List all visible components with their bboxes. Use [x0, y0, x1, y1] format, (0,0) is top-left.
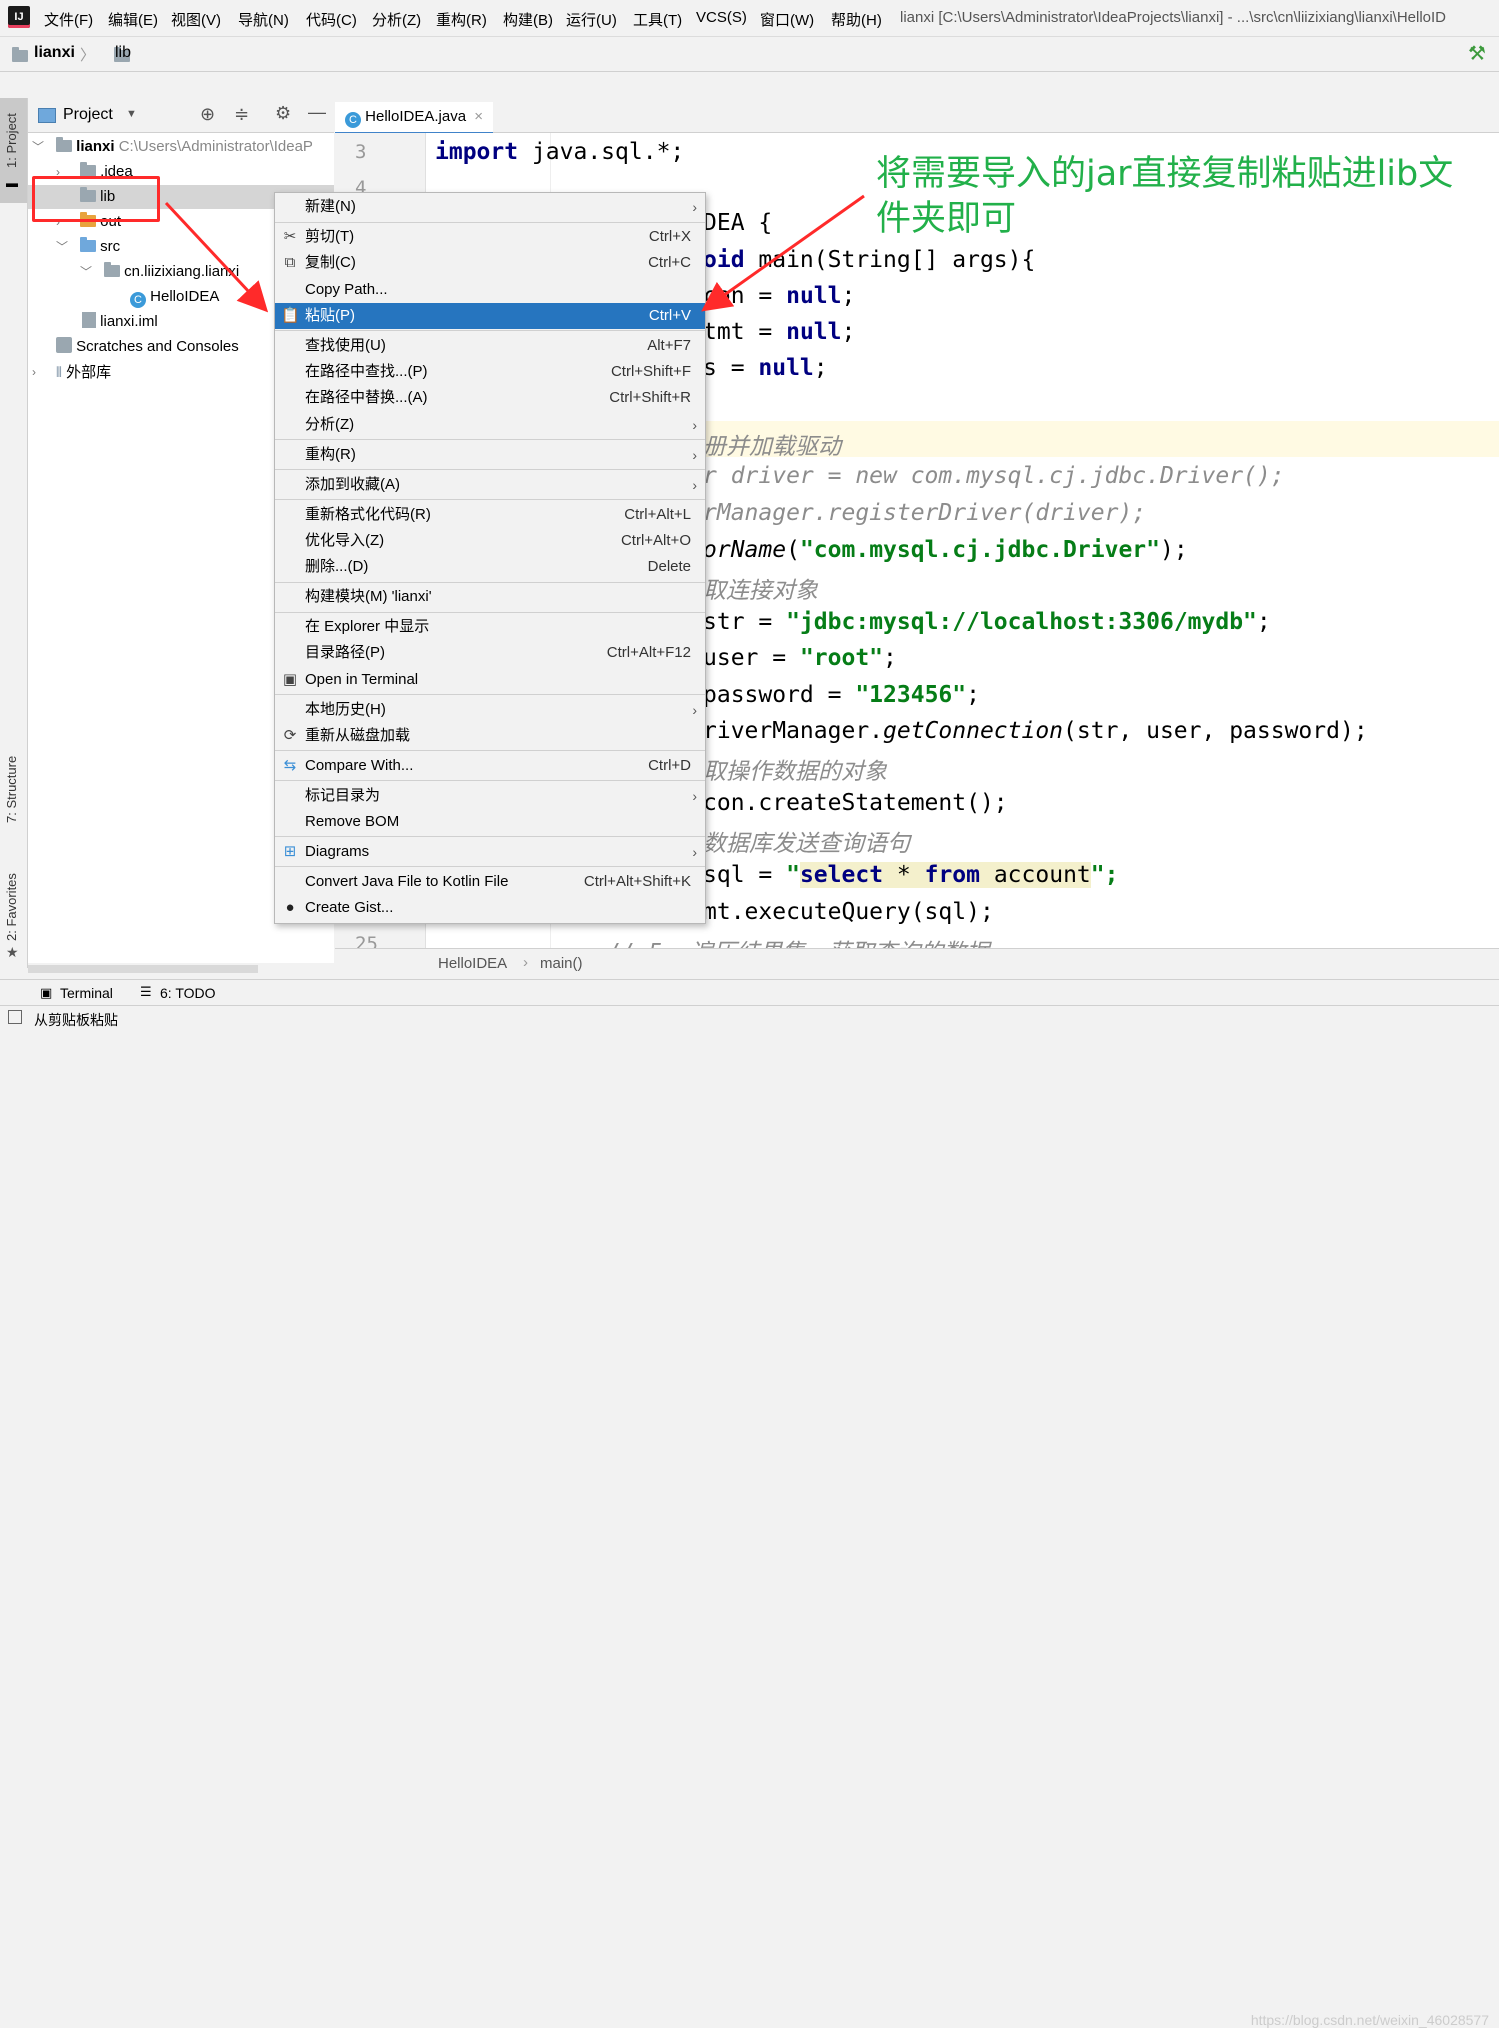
watermark-text: https://blog.csdn.net/weixin_46028577	[1250, 2012, 1489, 2028]
arrow-to-paste	[164, 201, 269, 313]
annotation-text: 将需要导入的jar直接复制粘贴进lib文件夹即可	[876, 154, 1454, 239]
arrow-from-note	[701, 194, 865, 312]
